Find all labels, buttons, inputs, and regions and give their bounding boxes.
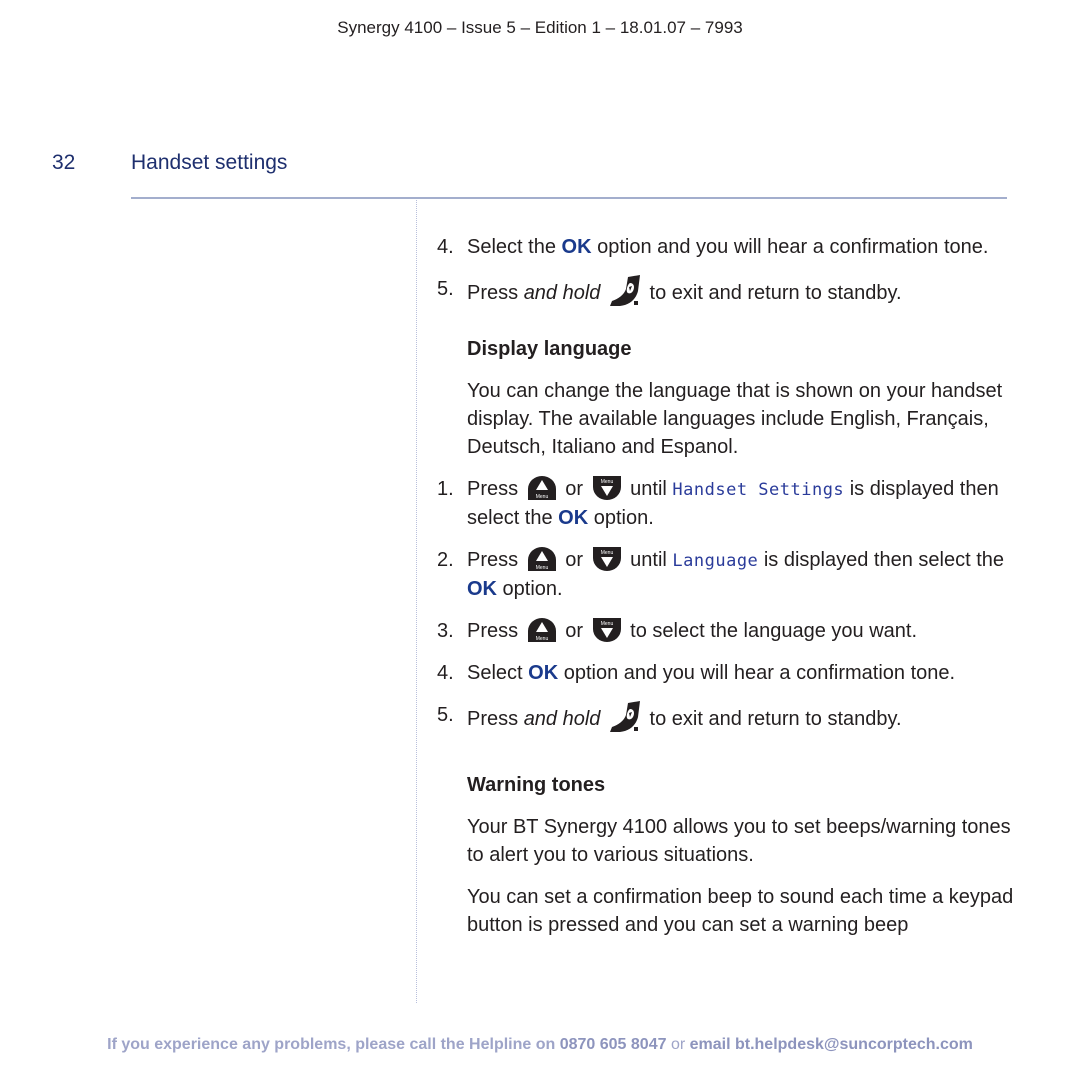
menu-down-key-icon (591, 617, 623, 643)
step-text-part: is displayed then select the (758, 549, 1004, 571)
emphasis-text: and hold (523, 708, 601, 730)
step-text: Press or to select the language you want… (467, 617, 1017, 645)
step-number: 1. (437, 478, 454, 500)
title-rule (131, 197, 1007, 199)
step-item: 3. Press or to select the language you w… (437, 617, 1017, 645)
lcd-display-text: Language (672, 551, 759, 571)
footer-prefix: If you experience any problems, please c… (107, 1036, 560, 1053)
step-text: Select the OK option and you will hear a… (467, 233, 1017, 261)
step-number: 2. (437, 549, 454, 571)
section-title: Handset settings (131, 151, 288, 174)
page-number: 32 (52, 151, 76, 174)
email-label: email (689, 1036, 735, 1053)
step-text-part: Press (467, 282, 524, 304)
step-number: 4. (437, 236, 454, 258)
menu-up-key-icon (526, 475, 558, 501)
step-number: 5. (437, 278, 454, 300)
menu-up-key-icon (526, 617, 558, 643)
step-text: Press or until Language is displayed the… (467, 546, 1017, 603)
step-text-part: Press (467, 549, 524, 571)
ok-option-label: OK (558, 507, 589, 529)
helpline-footer: If you experience any problems, please c… (0, 1036, 1080, 1054)
step-text-part: or (559, 620, 589, 642)
end-call-icon (608, 701, 642, 733)
menu-down-key-icon (591, 546, 623, 572)
warning-tones-paragraph: You can set a confirmation beep to sound… (467, 886, 1014, 936)
step-text-part: option and you will hear a confirmation … (591, 236, 989, 258)
end-call-icon (608, 275, 642, 307)
step-text-part: to exit and return to standby. (644, 282, 902, 304)
display-language-description: You can change the language that is show… (467, 380, 1003, 458)
footer-or: or (666, 1036, 690, 1053)
step-number: 5. (437, 704, 454, 726)
step-item: 1. Press or until Handset Settings is di… (437, 475, 1017, 532)
step-number: 3. (437, 620, 454, 642)
section-heading-warning-tones: Warning tones (467, 774, 606, 796)
step-text: Press or until Handset Settings is displ… (467, 475, 1017, 532)
ok-option-label: OK (561, 236, 592, 258)
menu-up-key-icon (526, 546, 558, 572)
step-text: Select OK option and you will hear a con… (467, 659, 1017, 687)
ok-option-label: OK (528, 662, 559, 684)
step-text: Press and hold to exit and return to sta… (467, 701, 1017, 733)
column-divider (416, 200, 417, 1003)
document-header: Synergy 4100 – Issue 5 – Edition 1 – 18.… (337, 18, 743, 37)
step-text-part: or (559, 478, 589, 500)
step-item: 4. Select the OK option and you will hea… (437, 233, 1017, 261)
step-text-part: to select the language you want. (624, 620, 918, 642)
ok-option-label: OK (467, 578, 497, 600)
step-number: 4. (437, 662, 454, 684)
step-text-part: until (624, 549, 673, 571)
step-text-part: Press (467, 620, 524, 642)
emphasis-text: and hold (523, 282, 601, 304)
step-text-part: Press (467, 708, 524, 730)
menu-down-key-icon (591, 475, 623, 501)
helpline-phone[interactable]: 0870 605 8047 (560, 1036, 667, 1053)
main-content: 4. Select the OK option and you will hea… (437, 233, 1017, 953)
step-text-part: Select the (467, 236, 562, 258)
step-item: 2. Press or until Language is displayed … (437, 546, 1017, 603)
lcd-display-text: Handset Settings (672, 480, 845, 500)
step-text-part: Select (467, 662, 529, 684)
step-text-part: Press (467, 478, 524, 500)
step-item: 5. Press and hold to exit and return to … (437, 701, 1017, 733)
step-text-part: option. (588, 507, 654, 529)
step-text-part: or (559, 549, 589, 571)
step-text-part: until (624, 478, 673, 500)
warning-tones-paragraph: Your BT Synergy 4100 allows you to set b… (467, 816, 1011, 866)
step-text: Press and hold to exit and return to sta… (467, 275, 1017, 307)
step-item: 5. Press and hold to exit and return to … (437, 275, 1017, 307)
section-heading-display-language: Display language (467, 338, 632, 360)
step-item: 4. Select OK option and you will hear a … (437, 659, 1017, 687)
step-text-part: option and you will hear a confirmation … (558, 662, 956, 684)
helpdesk-email-link[interactable]: bt.helpdesk@suncorptech.com (735, 1036, 973, 1053)
step-text-part: to exit and return to standby. (644, 708, 902, 730)
step-text-part: option. (497, 578, 563, 600)
